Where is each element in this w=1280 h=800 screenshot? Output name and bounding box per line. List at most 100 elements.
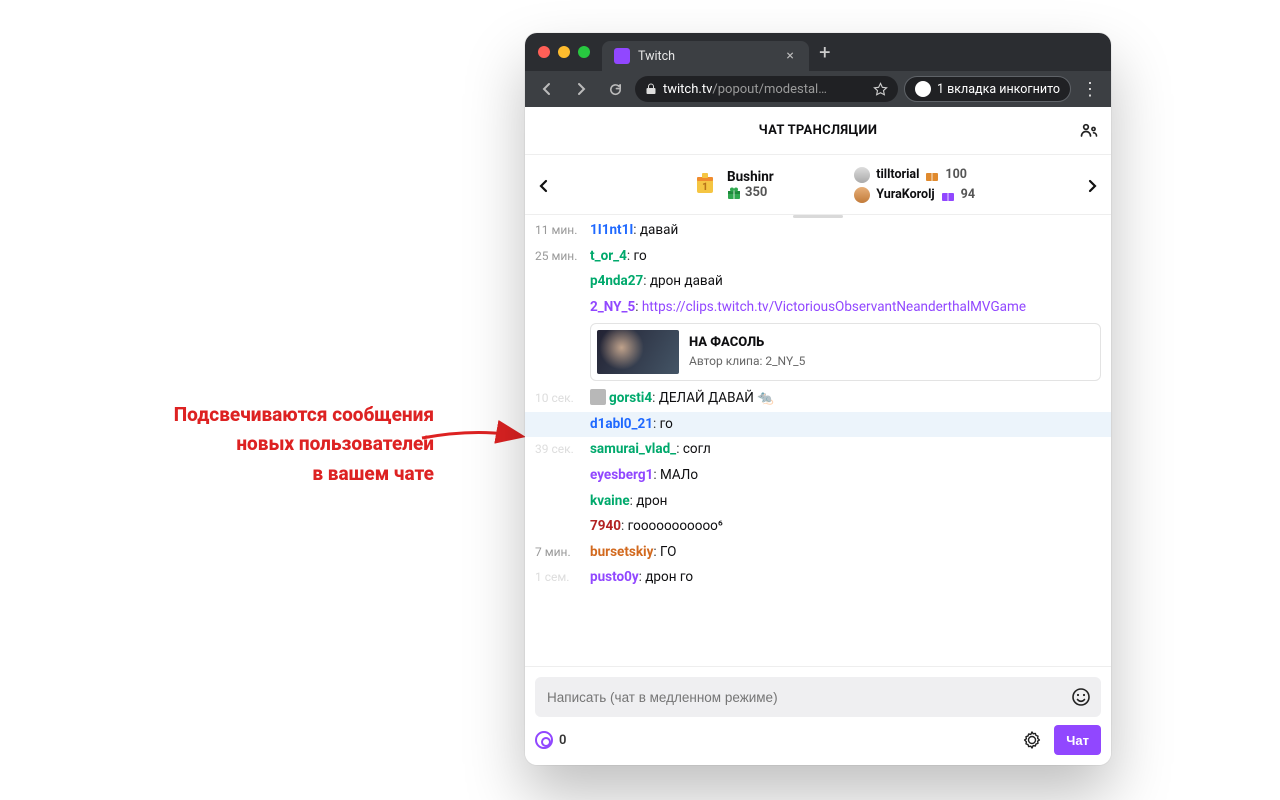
- gift-icon: [925, 168, 939, 182]
- back-button[interactable]: [533, 75, 561, 103]
- message-text: го: [634, 248, 647, 264]
- chat-message: 7 мин.bursetskiy: ГО: [525, 540, 1111, 566]
- message-text: дрон го: [645, 569, 693, 585]
- message-text: дрон: [636, 493, 667, 509]
- message-username[interactable]: 7940: [590, 518, 621, 534]
- message-username[interactable]: d1abl0_21: [590, 416, 653, 432]
- message-text: ДЕЛАЙ ДАВАЙ: [659, 390, 754, 406]
- channel-points-icon: [535, 731, 553, 749]
- close-tab-icon[interactable]: ×: [783, 49, 797, 63]
- message-timestamp: [535, 492, 590, 512]
- message-username[interactable]: gorsti4: [609, 390, 652, 406]
- forward-button[interactable]: [567, 75, 595, 103]
- message-link[interactable]: https://clips.twitch.tv/VictoriousObserv…: [642, 299, 1026, 315]
- incognito-icon: [915, 81, 931, 97]
- leaderboard-first-value: 350: [745, 185, 767, 200]
- send-button[interactable]: Чат: [1054, 725, 1101, 755]
- minimize-window-icon[interactable]: [558, 46, 570, 58]
- message-username[interactable]: 2_NY_5: [590, 299, 635, 315]
- leaderboard-next-button[interactable]: [1081, 175, 1103, 197]
- message-username[interactable]: bursetskiy: [590, 544, 653, 560]
- message-body: t_or_4: го: [590, 247, 1101, 267]
- leaderboard-third-value: 94: [961, 187, 975, 202]
- leaderboard-second-value: 100: [945, 167, 967, 182]
- chat-message: eyesberg1: МАЛо: [525, 463, 1111, 489]
- browser-address-bar: twitch.tv/popout/modestal… 1 вкладка инк…: [525, 71, 1111, 107]
- chat-compose: 0 Чат: [525, 666, 1111, 765]
- chat-input[interactable]: [535, 677, 1101, 717]
- twitch-favicon-icon: [614, 48, 630, 64]
- message-username[interactable]: pusto0y: [590, 569, 639, 585]
- new-tab-button[interactable]: +: [819, 40, 830, 64]
- message-body: bursetskiy: ГО: [590, 543, 1101, 563]
- smiley-icon: [1071, 687, 1091, 707]
- message-text: дрон давай: [650, 273, 723, 289]
- message-timestamp: 10 сек.: [535, 389, 590, 409]
- annotation-callout: Подсвечиваются сообщения новых пользоват…: [74, 400, 434, 488]
- chat-messages[interactable]: 11 мин.1I1nt1I: давай25 мин.t_or_4: гоp4…: [525, 218, 1111, 666]
- chat-message: 2_NY_5: https://clips.twitch.tv/Victorio…: [525, 295, 1111, 387]
- browser-menu-button[interactable]: ⋮: [1077, 79, 1103, 100]
- trophy-icon: 1: [691, 171, 719, 199]
- chat-message: 11 мин.1I1nt1I: давай: [525, 218, 1111, 244]
- message-timestamp: [535, 272, 590, 292]
- chat-message: 25 мин.t_or_4: го: [525, 244, 1111, 270]
- browser-titlebar: Twitch × +: [525, 33, 1111, 71]
- message-body: pusto0y: дрон го: [590, 568, 1101, 588]
- incognito-indicator[interactable]: 1 вкладка инкогнито: [904, 76, 1071, 102]
- message-body: 2_NY_5: https://clips.twitch.tv/Victorio…: [590, 298, 1101, 384]
- url-text: twitch.tv/popout/modestal…: [663, 82, 861, 97]
- message-body: d1abl0_21: го: [590, 415, 1101, 435]
- url-input[interactable]: twitch.tv/popout/modestal…: [635, 76, 898, 102]
- emote-icon: 🐀: [757, 389, 774, 409]
- message-body: gorsti4: ДЕЛАЙ ДАВАЙ 🐀: [590, 389, 1101, 409]
- message-body: kvaine: дрон: [590, 492, 1101, 512]
- message-timestamp: [535, 517, 590, 537]
- svg-text:1: 1: [702, 182, 708, 193]
- message-timestamp: 25 мин.: [535, 247, 590, 267]
- leaderboard-third[interactable]: YuraKorolj 94: [854, 187, 975, 203]
- bookmark-star-icon[interactable]: [873, 82, 888, 97]
- chat-settings-button[interactable]: [1018, 726, 1046, 754]
- chat-message: 7940: гооооооооооо⁶: [525, 514, 1111, 540]
- message-username[interactable]: kvaine: [590, 493, 630, 509]
- maximize-window-icon[interactable]: [578, 46, 590, 58]
- channel-points-button[interactable]: 0: [535, 731, 566, 749]
- message-body: eyesberg1: МАЛо: [590, 466, 1101, 486]
- message-text: МАЛо: [660, 467, 698, 483]
- message-username[interactable]: t_or_4: [590, 248, 627, 264]
- reload-button[interactable]: [601, 75, 629, 103]
- message-text: согл: [683, 441, 711, 457]
- community-button[interactable]: [1077, 119, 1101, 143]
- message-body: 1I1nt1I: давай: [590, 221, 1101, 241]
- message-body: samurai_vlad_: согл: [590, 440, 1101, 460]
- leaderboard-third-name: YuraKorolj: [876, 187, 934, 202]
- clip-card[interactable]: НА ФАСОЛЬАвтор клипа: 2_NY_5: [590, 323, 1101, 381]
- message-username[interactable]: eyesberg1: [590, 467, 653, 483]
- emote-picker-button[interactable]: [1069, 685, 1093, 709]
- lock-icon: [645, 83, 657, 95]
- community-icon: [1079, 121, 1099, 141]
- message-username[interactable]: samurai_vlad_: [590, 441, 676, 457]
- leaderboard-second[interactable]: tilltorial 100: [854, 167, 975, 183]
- chat-message: kvaine: дрон: [525, 489, 1111, 515]
- twitch-chat: ЧАТ ТРАНСЛЯЦИИ 1 Bushinr 350: [525, 107, 1111, 765]
- message-username[interactable]: p4nda27: [590, 273, 643, 289]
- message-text: давай: [640, 222, 678, 238]
- annotation-line: Подсвечиваются сообщения: [74, 400, 434, 429]
- message-username[interactable]: 1I1nt1I: [590, 222, 633, 238]
- leaderboard-prev-button[interactable]: [533, 175, 555, 197]
- message-body: 7940: гооооооооооо⁶: [590, 517, 1101, 537]
- close-window-icon[interactable]: [538, 46, 550, 58]
- sub-badge-icon: [590, 389, 606, 405]
- channel-points-value: 0: [559, 733, 566, 748]
- leaderboard-runners: tilltorial 100 YuraKorolj 94: [854, 167, 975, 203]
- incognito-label: 1 вкладка инкогнито: [937, 82, 1060, 97]
- browser-tab[interactable]: Twitch ×: [602, 41, 809, 71]
- message-timestamp: 39 сек.: [535, 440, 590, 460]
- bronze-medal-icon: [854, 187, 870, 203]
- leaderboard-first[interactable]: 1 Bushinr 350: [691, 169, 774, 200]
- message-text: го: [660, 416, 673, 432]
- chat-message: 10 сек.gorsti4: ДЕЛАЙ ДАВАЙ 🐀: [525, 386, 1111, 412]
- clip-author: Автор клипа: 2_NY_5: [689, 353, 805, 370]
